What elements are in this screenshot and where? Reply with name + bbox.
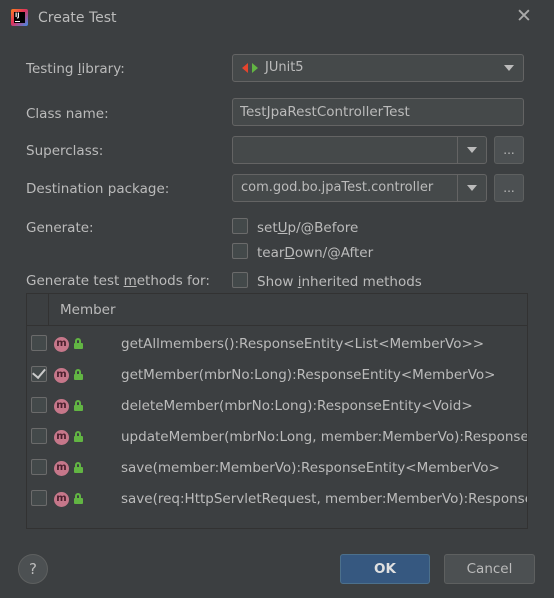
methods-label: Generate test methods for: [26,273,210,289]
method-signature: save(req:HttpServletRequest, member:Memb… [121,491,527,507]
table-row[interactable]: m save(req:HttpServletRequest, member:Me… [27,483,527,514]
destination-package-select[interactable]: com.god.bo.jpaTest.controller [232,174,487,202]
checkbox-column-header [27,294,49,325]
destination-package-value: com.god.bo.jpaTest.controller [241,180,434,195]
lock-icon [74,431,84,443]
setup-checkbox-label[interactable]: setUp/@Before [257,220,358,236]
method-signature: save(member:MemberVo):ResponseEntity<Mem… [121,460,500,476]
method-signature: getAllmembers():ResponseEntity<List<Memb… [121,336,485,352]
class-name-label: Class name: [26,106,109,122]
checkmark-icon [32,364,46,380]
row-checkbox[interactable] [31,490,47,506]
chevron-down-icon[interactable] [467,147,477,153]
table-row[interactable]: m getMember(mbrNo:Long):ResponseEntity<M… [27,359,527,390]
row-checkbox[interactable] [31,335,47,351]
teardown-checkbox-label[interactable]: tearDown/@After [257,245,373,261]
method-signature: updateMember(mbrNo:Long, member:MemberVo… [121,429,527,445]
member-column-header[interactable]: Member [60,302,116,318]
method-signature: deleteMember(mbrNo:Long):ResponseEntity<… [121,398,473,414]
destination-package-label: Destination package: [26,181,170,197]
close-icon[interactable]: ✕ [512,5,536,29]
show-inherited-label[interactable]: Show inherited methods [257,274,422,290]
method-icon: m [54,399,69,414]
lock-icon [74,369,84,381]
destination-browse-button[interactable]: ... [494,174,524,202]
members-table: Member m getAllmembers():ResponseEntity<… [26,293,528,529]
table-row[interactable]: m deleteMember(mbrNo:Long):ResponseEntit… [27,390,527,421]
method-icon: m [54,492,69,507]
testing-library-value: JUnit5 [265,60,304,75]
class-name-field[interactable] [232,98,524,126]
chevron-down-icon [504,65,514,71]
setup-checkbox[interactable] [232,218,248,234]
combo-separator [457,137,458,163]
lock-icon [74,338,84,350]
help-button[interactable]: ? [18,554,48,584]
row-checkbox[interactable] [31,459,47,475]
dialog-title: Create Test [38,10,117,26]
combo-separator [457,175,458,201]
method-icon: m [54,337,69,352]
junit-icon [242,63,258,73]
method-icon: m [54,461,69,476]
superclass-label: Superclass: [26,143,104,159]
teardown-checkbox[interactable] [232,243,248,259]
row-checkbox[interactable] [31,428,47,444]
testing-library-label: Testing library: [26,61,125,77]
chevron-down-icon[interactable] [467,185,477,191]
method-signature: getMember(mbrNo:Long):ResponseEntity<Mem… [121,367,496,383]
table-row[interactable]: m getAllmembers():ResponseEntity<List<Me… [27,328,527,359]
row-checkbox[interactable] [31,397,47,413]
lock-icon [74,400,84,412]
table-header: Member [27,294,527,326]
testing-library-select[interactable]: JUnit5 [232,54,524,82]
cancel-button[interactable]: Cancel [444,554,535,584]
method-icon: m [54,430,69,445]
ok-button[interactable]: OK [340,554,430,584]
superclass-select[interactable] [232,136,487,164]
superclass-browse-button[interactable]: ... [494,136,524,164]
class-name-input[interactable] [233,99,523,125]
row-checkbox-checked[interactable] [31,364,47,382]
table-row[interactable]: m updateMember(mbrNo:Long, member:Member… [27,421,527,452]
lock-icon [74,493,84,505]
title-bar: IJ Create Test ✕ [0,0,554,36]
generate-label: Generate: [26,220,94,236]
method-icon: m [54,368,69,383]
lock-icon [74,462,84,474]
table-row[interactable]: m save(member:MemberVo):ResponseEntity<M… [27,452,527,483]
show-inherited-checkbox[interactable] [232,272,248,288]
intellij-app-icon: IJ [11,9,28,26]
